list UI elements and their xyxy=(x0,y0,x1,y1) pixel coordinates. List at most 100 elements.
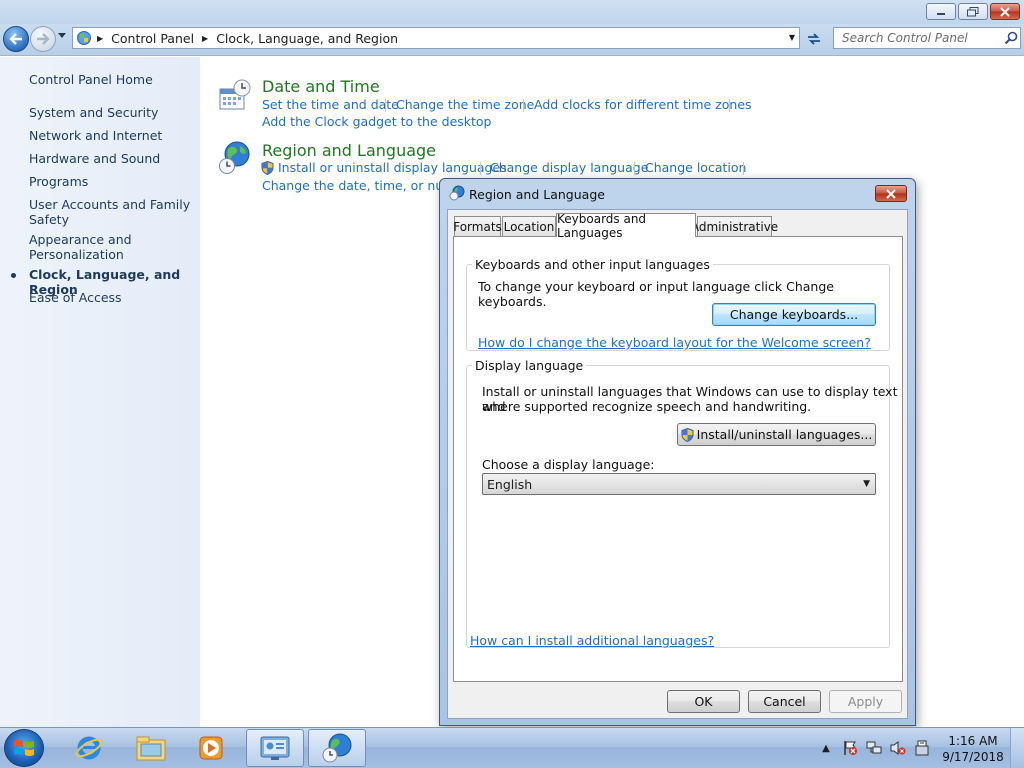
restore-button[interactable] xyxy=(958,3,988,20)
keyboard-layout-help-link[interactable]: How do I change the keyboard layout for … xyxy=(478,335,871,350)
sidebar-item-programs[interactable]: Programs xyxy=(29,174,194,189)
install-uninstall-languages-button[interactable]: Install/uninstall languages... xyxy=(677,423,876,446)
install-additional-languages-link[interactable]: How can I install additional languages? xyxy=(470,633,714,648)
control-panel-taskbar-button[interactable] xyxy=(246,729,304,767)
link-separator xyxy=(634,162,635,175)
change-keyboards-button[interactable]: Change keyboards... xyxy=(712,303,876,326)
forward-arrow-icon xyxy=(37,33,50,45)
dialog-title: Region and Language xyxy=(469,187,605,202)
search-placeholder[interactable]: Search Control Panel xyxy=(842,31,1002,45)
display-language-group-label: Display language xyxy=(472,358,587,373)
apply-button[interactable]: Apply xyxy=(829,690,902,713)
volume-muted-icon[interactable] xyxy=(890,740,906,756)
sidebar-item-control-panel-home[interactable]: Control Panel Home xyxy=(29,72,194,87)
sidebar-item-network-internet[interactable]: Network and Internet xyxy=(29,128,194,143)
add-clocks-link[interactable]: Add clocks for different time zones xyxy=(534,97,752,112)
display-language-selected-value: English xyxy=(487,476,533,492)
control-panel-icon xyxy=(260,736,290,760)
link-separator xyxy=(480,162,481,175)
restore-icon xyxy=(967,6,979,16)
breadcrumb-control-panel[interactable]: Control Panel xyxy=(109,31,200,46)
address-history-dropdown-icon[interactable]: ▼ xyxy=(789,33,795,42)
sidebar-item-user-accounts[interactable]: User Accounts and Family Safety xyxy=(29,197,194,227)
internet-explorer-icon xyxy=(75,736,103,760)
breadcrumb-separator-icon[interactable]: ▶ xyxy=(95,34,109,43)
taskbar: ▲ 1:16 AM 9/17/2018 xyxy=(0,727,1024,768)
change-location-link[interactable]: Change location xyxy=(645,160,746,175)
breadcrumb-clock-language-region[interactable]: Clock, Language, and Region xyxy=(214,31,404,46)
breadcrumb-separator-icon[interactable]: ▶ xyxy=(200,34,214,43)
link-separator xyxy=(523,99,524,112)
link-separator xyxy=(729,99,730,112)
usb-device-icon[interactable] xyxy=(914,740,930,756)
region-language-taskbar-button[interactable] xyxy=(308,729,366,767)
windows-logo-icon xyxy=(14,740,34,756)
minimize-button[interactable] xyxy=(926,3,956,20)
action-center-flag-icon[interactable] xyxy=(842,740,858,756)
link-separator xyxy=(385,99,386,112)
install-uninstall-languages-link[interactable]: Install or uninstall display languages xyxy=(278,160,507,175)
uac-shield-icon xyxy=(681,427,694,442)
back-arrow-icon xyxy=(9,33,22,45)
close-icon xyxy=(1000,6,1010,17)
clock-time: 1:16 AM xyxy=(948,734,998,748)
window-titlebar xyxy=(0,0,1024,24)
sidebar-item-appearance[interactable]: Appearance and Personalization xyxy=(29,232,194,262)
sidebar-item-ease-of-access[interactable]: Ease of Access xyxy=(29,290,194,305)
forward-button[interactable] xyxy=(30,26,56,52)
refresh-button[interactable] xyxy=(803,29,825,49)
tab-formats[interactable]: Formats xyxy=(453,216,502,236)
display-language-select[interactable]: English ▼ xyxy=(482,473,876,495)
media-player-taskbar-button[interactable] xyxy=(182,729,240,767)
dialog-close-button[interactable] xyxy=(875,185,907,202)
internet-explorer-taskbar-button[interactable] xyxy=(60,729,118,767)
cancel-button[interactable]: Cancel xyxy=(748,690,821,713)
tab-panel: Keyboards and other input languages To c… xyxy=(453,236,903,682)
close-icon xyxy=(886,188,896,199)
globe-clock-icon xyxy=(449,185,465,201)
taskbar-clock[interactable]: 1:16 AM 9/17/2018 xyxy=(940,733,1006,765)
choose-display-language-label: Choose a display language: xyxy=(482,457,655,472)
current-item-bullet xyxy=(11,273,16,278)
system-tray: ▲ xyxy=(818,740,930,756)
tab-administrative[interactable]: Administrative xyxy=(691,216,778,236)
tab-keyboards-languages[interactable]: Keyboards and Languages xyxy=(556,212,696,240)
region-language-icon xyxy=(322,733,352,763)
clock-calendar-icon[interactable] xyxy=(218,79,251,111)
show-desktop-button[interactable] xyxy=(1010,728,1024,768)
windows-explorer-taskbar-button[interactable] xyxy=(122,729,180,767)
region-and-language-title[interactable]: Region and Language xyxy=(262,141,436,160)
sidebar-item-system-security[interactable]: System and Security xyxy=(29,105,194,120)
control-panel-icon xyxy=(73,28,95,48)
tab-location[interactable]: Location xyxy=(502,216,556,236)
uac-shield-icon xyxy=(261,160,274,178)
dialog-body: Formats Location Keyboards and Languages… xyxy=(447,209,908,719)
add-clock-gadget-link[interactable]: Add the Clock gadget to the desktop xyxy=(262,114,492,129)
search-input[interactable]: Search Control Panel xyxy=(833,27,1021,49)
show-hidden-icons-chevron-up-icon[interactable]: ▲ xyxy=(818,740,834,756)
sidebar-item-hardware-sound[interactable]: Hardware and Sound xyxy=(29,151,194,166)
network-icon[interactable] xyxy=(866,740,882,756)
keyboards-group-label: Keyboards and other input languages xyxy=(472,257,713,272)
address-bar[interactable]: ▶ Control Panel ▶ Clock, Language, and R… xyxy=(72,27,800,49)
clock-date: 9/17/2018 xyxy=(942,750,1004,764)
search-icon[interactable] xyxy=(1002,31,1020,45)
recent-pages-dropdown[interactable] xyxy=(58,32,66,42)
link-separator xyxy=(743,162,744,175)
change-time-zone-link[interactable]: Change the time zone xyxy=(396,97,534,112)
start-button[interactable] xyxy=(4,729,44,767)
close-window-button[interactable] xyxy=(990,3,1020,20)
globe-clock-icon[interactable] xyxy=(218,141,250,174)
set-time-date-link[interactable]: Set the time and date xyxy=(262,97,399,112)
control-panel-sidebar: Control Panel Home System and Security N… xyxy=(0,57,200,727)
change-display-language-link[interactable]: Change display language xyxy=(490,160,648,175)
chevron-down-icon xyxy=(58,33,66,38)
back-button[interactable] xyxy=(3,26,29,52)
date-and-time-title[interactable]: Date and Time xyxy=(262,77,380,96)
media-player-icon xyxy=(199,736,223,760)
minimize-icon xyxy=(937,12,945,15)
install-uninstall-button-label: Install/uninstall languages... xyxy=(696,427,873,442)
display-language-description-line2: where supported recognize speech and han… xyxy=(482,399,812,414)
chevron-down-icon: ▼ xyxy=(863,479,870,489)
ok-button[interactable]: OK xyxy=(667,690,740,713)
